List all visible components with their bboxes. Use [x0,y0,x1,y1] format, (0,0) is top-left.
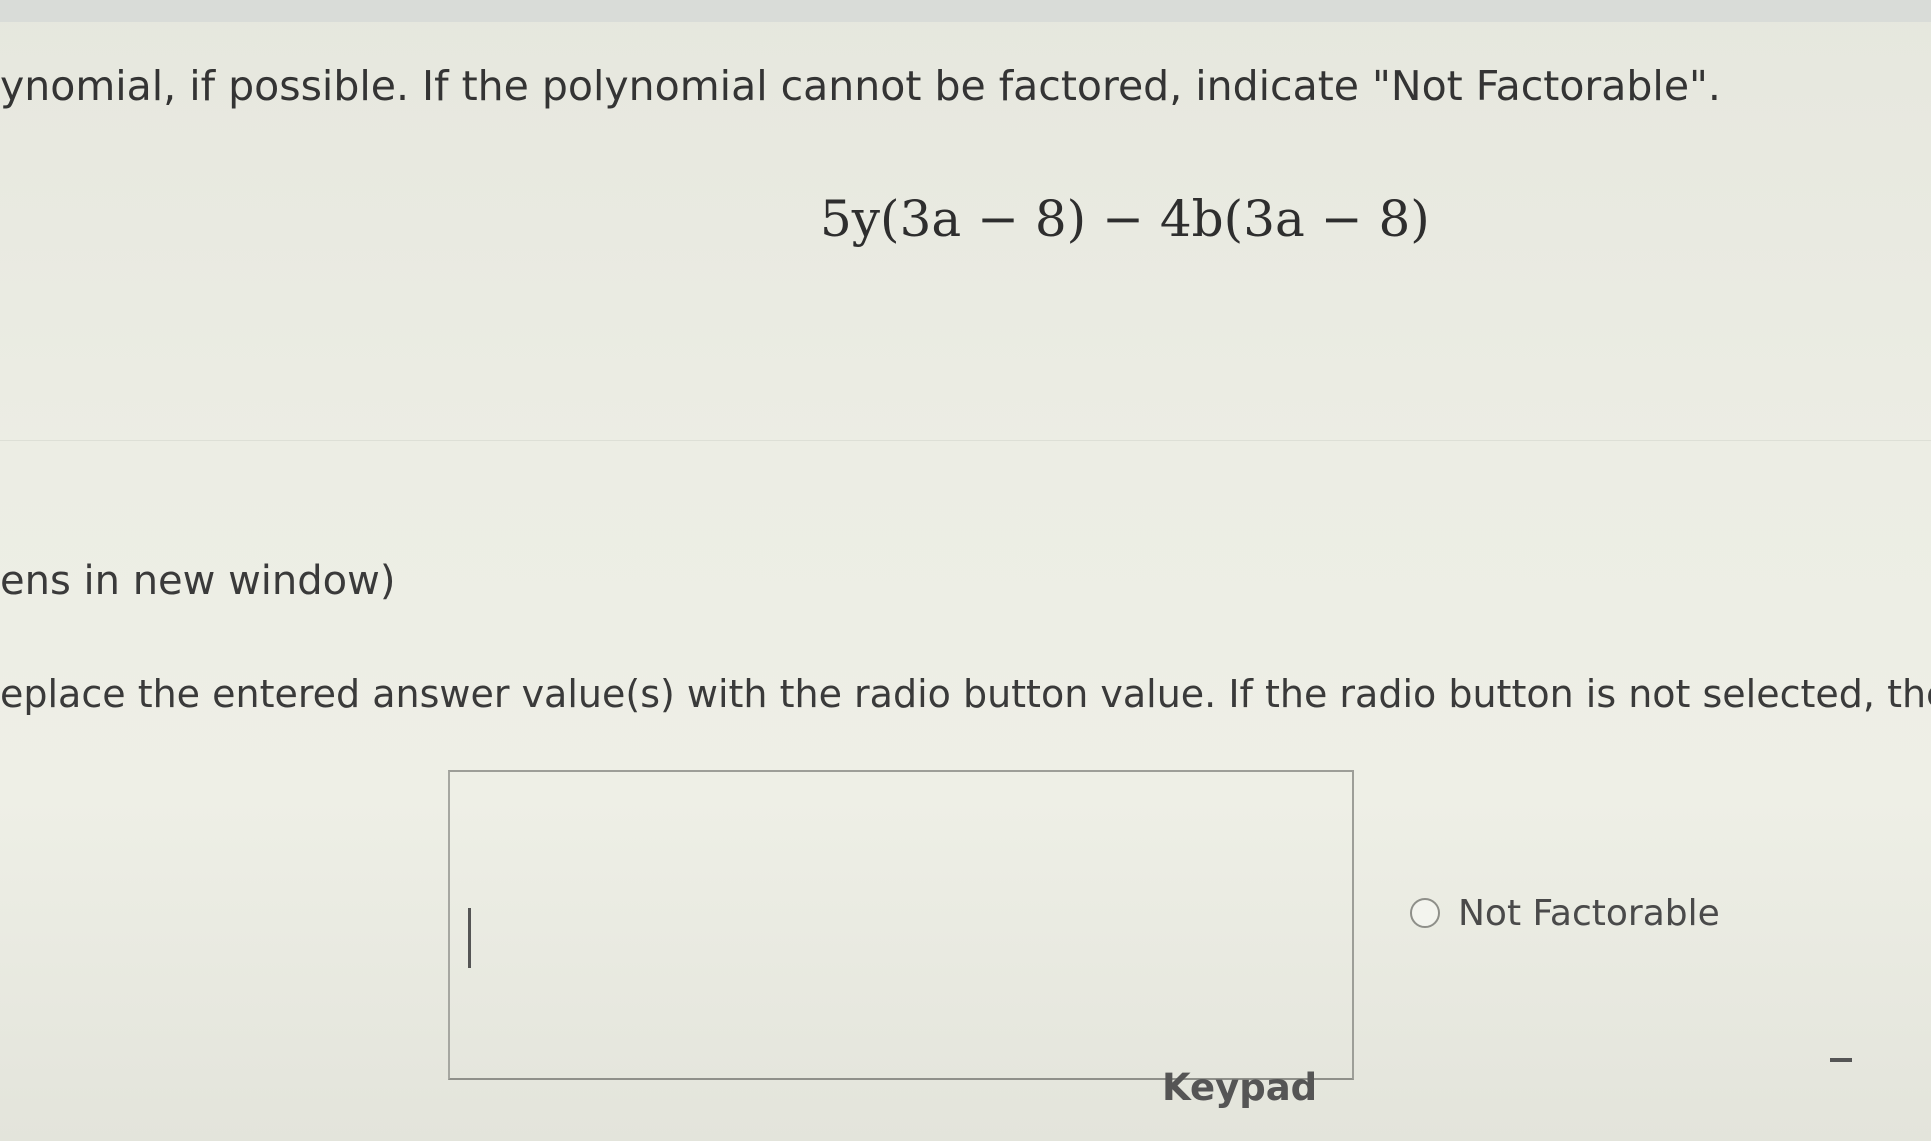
keypad-button[interactable]: Keypad [1162,1066,1317,1109]
answer-note: eplace the entered answer value(s) with … [0,672,1931,716]
minimize-icon[interactable] [1830,1058,1852,1062]
top-strip [0,0,1931,22]
polynomial-expression: 5y(3a − 8) − 4b(3a − 8) [820,190,1430,248]
help-link-text[interactable]: ens in new window) [0,558,395,604]
answer-input[interactable] [448,770,1354,1080]
section-divider [0,440,1931,441]
not-factorable-radio[interactable] [1410,898,1440,928]
question-instruction: ynomial, if possible. If the polynomial … [0,62,1721,110]
question-page: ynomial, if possible. If the polynomial … [0,0,1931,1141]
not-factorable-label: Not Factorable [1458,892,1720,934]
text-cursor [468,908,471,968]
not-factorable-option[interactable]: Not Factorable [1410,888,1720,938]
